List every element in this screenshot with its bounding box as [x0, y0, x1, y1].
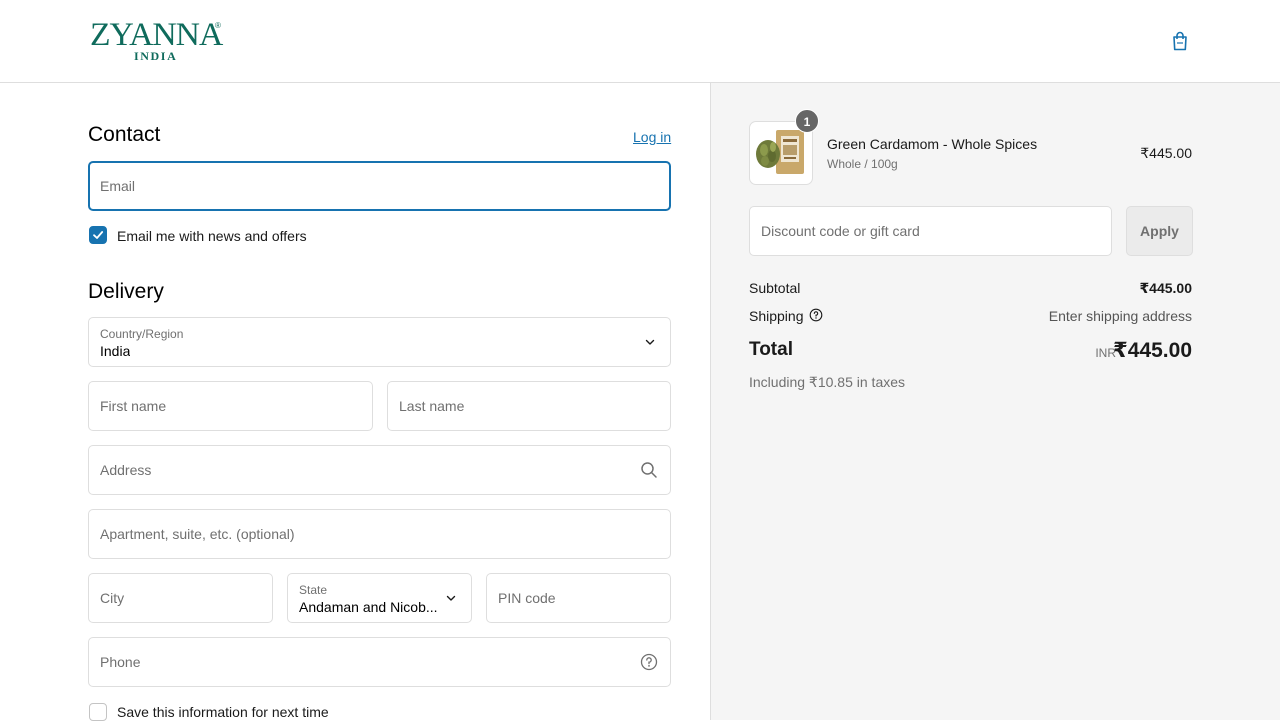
news-offers-checkbox[interactable]	[89, 226, 107, 244]
brand-logo[interactable]: ZYANNA ® INDIA	[90, 18, 230, 64]
delivery-heading: Delivery	[88, 280, 164, 303]
product-name: Green Cardamom - Whole Spices	[827, 136, 1038, 152]
contact-heading: Contact	[88, 123, 161, 146]
logo-wordmark: ZYANNA	[90, 17, 223, 53]
save-info-checkbox[interactable]	[89, 703, 107, 721]
discount-code-field[interactable]: Discount code or gift card	[749, 206, 1112, 256]
total-label: Total	[749, 339, 793, 360]
shopping-bag-icon[interactable]	[1169, 30, 1191, 52]
discount-code-placeholder: Discount code or gift card	[761, 223, 920, 239]
product-price: ₹445.00	[1140, 145, 1192, 161]
total-value: ₹445.00	[1113, 339, 1192, 362]
shipping-label: Shipping	[749, 308, 804, 324]
email-field[interactable]: Email	[88, 161, 671, 211]
state-select[interactable]: State Andaman and Nicob...	[287, 573, 472, 623]
subtotal-value: ₹445.00	[1139, 280, 1192, 296]
search-icon[interactable]	[640, 461, 658, 479]
first-name-field[interactable]: First name	[88, 381, 373, 431]
apartment-placeholder: Apartment, suite, etc. (optional)	[100, 526, 295, 542]
save-info-label: Save this information for next time	[117, 704, 329, 720]
apply-discount-button[interactable]: Apply	[1126, 206, 1193, 256]
checkmark-icon	[93, 231, 104, 239]
login-link[interactable]: Log in	[633, 129, 671, 145]
checkout-form: Contact Log in Email Email me with news …	[0, 83, 710, 721]
state-value: Andaman and Nicob...	[299, 599, 438, 615]
news-offers-label: Email me with news and offers	[117, 228, 307, 244]
first-name-placeholder: First name	[100, 398, 167, 414]
city-field[interactable]: City	[88, 573, 273, 623]
taxes-note: Including ₹10.85 in taxes	[749, 374, 906, 390]
address-placeholder: Address	[100, 462, 152, 478]
country-select[interactable]: Country/Region India	[88, 317, 671, 367]
phone-field[interactable]: Phone	[88, 637, 671, 687]
last-name-placeholder: Last name	[399, 398, 465, 414]
apartment-field[interactable]: Apartment, suite, etc. (optional)	[88, 509, 671, 559]
order-summary: 1 Green Cardamom - Whole Spices Whole / …	[710, 83, 1280, 720]
quantity-badge: 1	[795, 109, 819, 133]
state-label: State	[299, 583, 328, 597]
city-placeholder: City	[100, 590, 125, 606]
help-circle-icon[interactable]	[809, 308, 823, 322]
help-circle-icon[interactable]	[640, 653, 658, 671]
phone-placeholder: Phone	[100, 654, 141, 670]
chevron-down-icon	[446, 595, 456, 601]
country-label: Country/Region	[100, 327, 184, 341]
pin-code-placeholder: PIN code	[498, 590, 556, 606]
last-name-field[interactable]: Last name	[387, 381, 671, 431]
chevron-down-icon	[645, 339, 655, 345]
product-variant: Whole / 100g	[827, 157, 898, 171]
subtotal-label: Subtotal	[749, 280, 801, 296]
email-placeholder: Email	[100, 178, 136, 194]
logo-subtitle: INDIA	[134, 49, 178, 63]
pin-code-field[interactable]: PIN code	[486, 573, 671, 623]
logo-registered-mark: ®	[215, 21, 221, 30]
shipping-value: Enter shipping address	[1048, 308, 1192, 324]
country-value: India	[100, 343, 131, 359]
site-header: ZYANNA ® INDIA	[0, 0, 1280, 83]
address-field[interactable]: Address	[88, 445, 671, 495]
